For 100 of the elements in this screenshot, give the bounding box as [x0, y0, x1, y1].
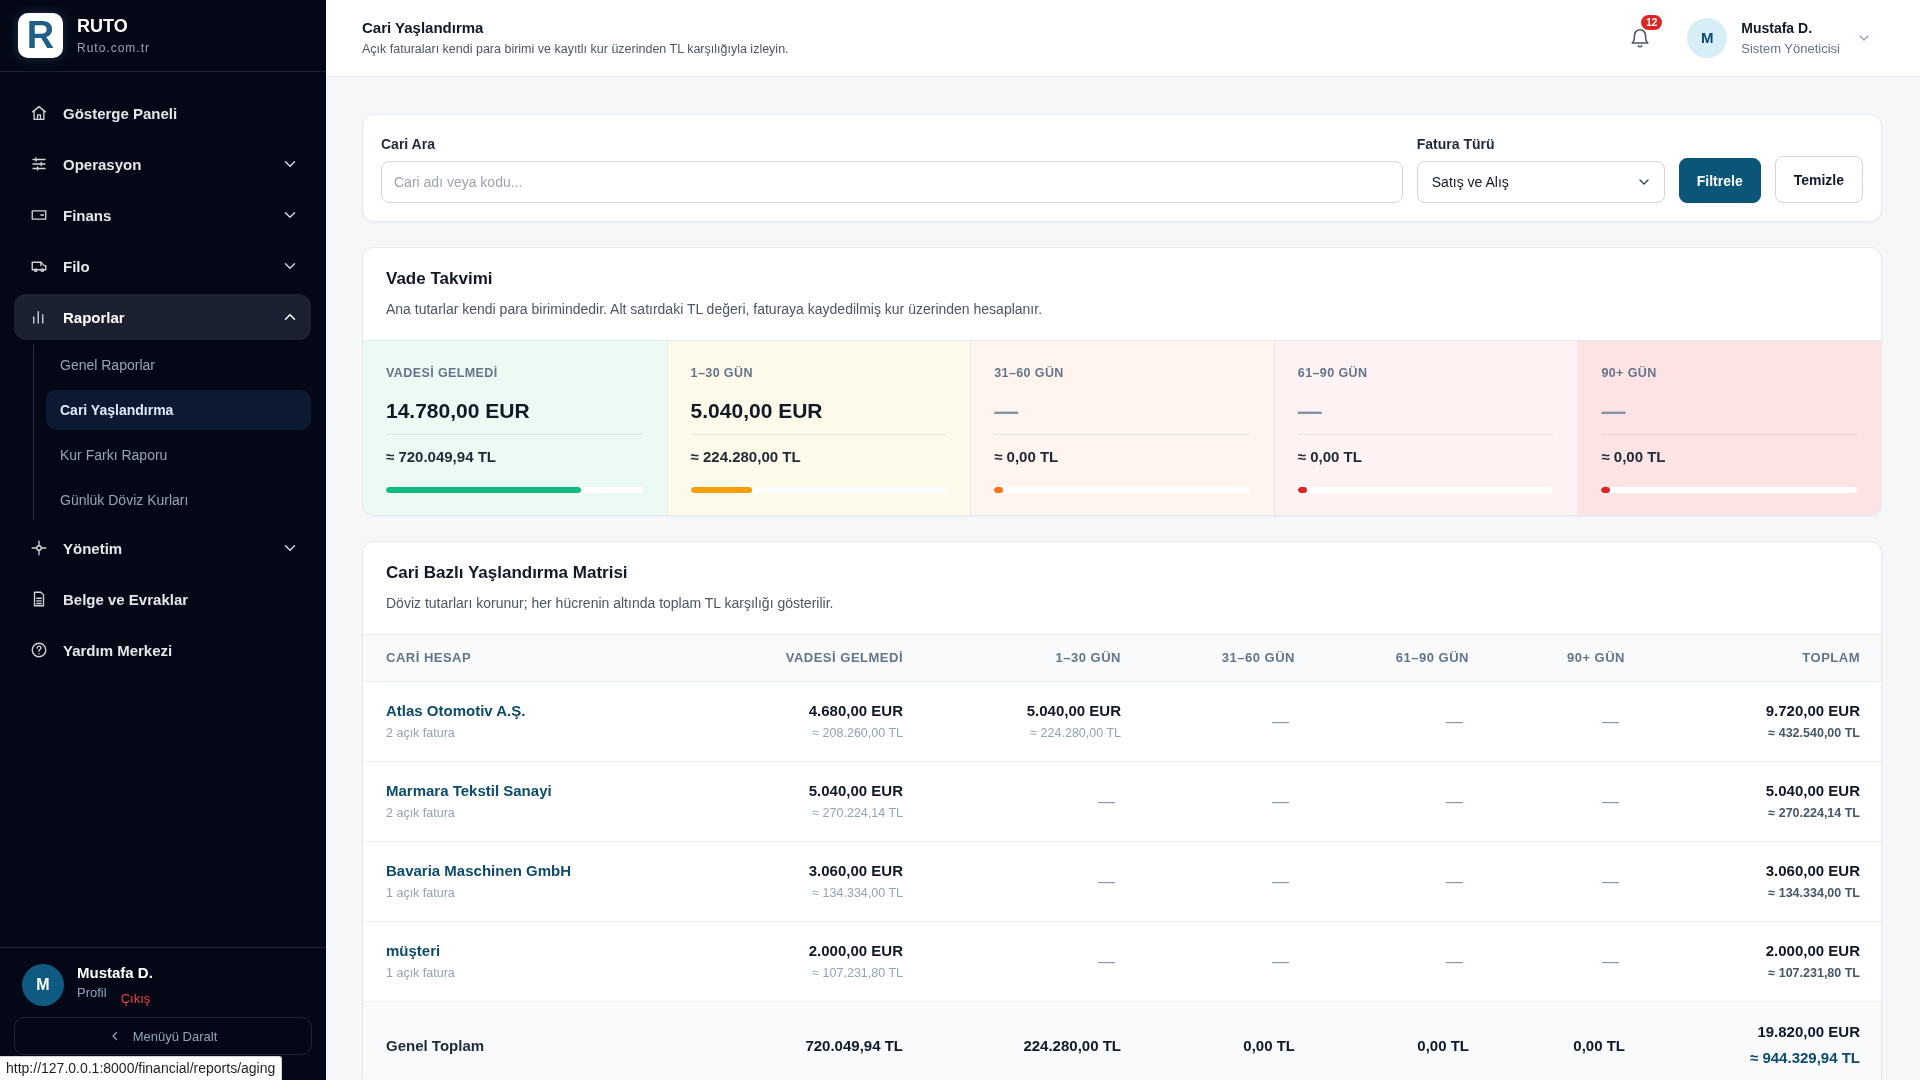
crosshair-icon [30, 539, 48, 557]
bucket-tl-amount: ≈ 0,00 TL [994, 447, 1060, 467]
nav-item[interactable]: Yardım Merkezi [14, 627, 311, 673]
invoice-count: 1 açık fatura [386, 885, 455, 902]
collapse-menu-button[interactable]: Menüyü Daralt [14, 1017, 312, 1055]
empty-value: — [1446, 792, 1463, 811]
account-link[interactable]: Marmara Tekstil Sanayi [386, 781, 552, 801]
row-total-amount: 5.040,00 EUR [1765, 781, 1860, 801]
notification-badge: 12 [1641, 15, 1663, 30]
empty-value: — [1602, 712, 1619, 731]
amount-text: 3.060,00 EUR [808, 861, 903, 881]
user-avatar: M [22, 964, 64, 1006]
user-name: Mustafa D. [1741, 19, 1814, 37]
bucket-amount: — [1297, 398, 1322, 424]
total-label: Genel Toplam [386, 1036, 486, 1054]
invoice-count: 2 açık fatura [386, 725, 455, 742]
submenu-item[interactable]: Cari Yaşlandırma [46, 390, 311, 430]
tl-equivalent: ≈ 224.280,00 TL [1030, 725, 1121, 742]
invoice-count: 2 açık fatura [386, 805, 455, 822]
card-description: Döviz tutarları korunur; her hücrenin altında toplam TL karşılığı gösterilir. [386, 594, 835, 613]
bucket-label: 31–60 GÜN [994, 365, 1065, 381]
search-input[interactable]: Cari adı veya kodu... [381, 161, 1403, 203]
empty-value: — [1446, 712, 1463, 731]
empty-value: — [1446, 952, 1463, 971]
amount-text: 5.040,00 EUR [1026, 701, 1121, 721]
column-header: VADESİ GELMEDİ [784, 650, 903, 666]
row-total-tl: ≈ 270.224,14 TL [1768, 805, 1860, 822]
submenu-item[interactable]: Genel Raporlar [46, 345, 311, 385]
tl-equivalent: ≈ 134.334,00 TL [812, 885, 903, 902]
account-link[interactable]: müşteri [386, 941, 441, 961]
empty-value: — [1272, 792, 1289, 811]
clear-button[interactable]: Temizle [1774, 156, 1863, 203]
invoice-type-select[interactable]: Satış ve Alış [1416, 161, 1665, 203]
home-icon [30, 104, 48, 122]
field-label: Fatura Türü [1416, 135, 1496, 153]
row-total-tl: ≈ 432.540,00 TL [1768, 725, 1860, 742]
row-total-tl: ≈ 107.231,80 TL [1768, 965, 1860, 982]
tl-equivalent: ≈ 208.260,00 TL [812, 725, 903, 742]
nav-item[interactable]: Finans [14, 192, 311, 238]
empty-value: — [1602, 872, 1619, 891]
user-avatar[interactable]: M [1687, 18, 1728, 58]
bucket-tl-amount: ≈ 720.049,94 TL [386, 447, 497, 467]
bucket-amount: — [994, 398, 1019, 424]
brand-domain: Ruto.com.tr [77, 41, 150, 55]
column-header: TOPLAM [1801, 650, 1860, 666]
total-value: 0,00 TL [1572, 1036, 1625, 1054]
bucket-amount: 14.780,00 EUR [386, 398, 530, 424]
nav-item[interactable]: Gösterge Paneli [14, 90, 311, 136]
page-title: Cari Yaşlandırma [362, 19, 485, 37]
tl-equivalent: ≈ 270.224,14 TL [812, 805, 903, 822]
empty-value: — [1272, 952, 1289, 971]
amount-text: 5.040,00 EUR [808, 781, 903, 801]
submenu-item[interactable]: Günlük Döviz Kurları [46, 480, 311, 520]
nav-item[interactable]: Operasyon [14, 141, 311, 187]
grand-total-tl: ≈ 944.329,94 TL [1750, 1048, 1860, 1068]
filter-button[interactable]: Filtrele [1678, 158, 1761, 203]
nav-item[interactable]: Yönetim [14, 525, 311, 571]
bucket-amount: — [1601, 398, 1626, 424]
column-header: CARİ HESAP [386, 650, 473, 666]
nav-item[interactable]: Filo [14, 243, 311, 289]
nav-item[interactable]: Raporlar [14, 294, 311, 340]
bucket-tl-amount: ≈ 0,00 TL [1601, 447, 1667, 467]
total-value: 224.280,00 TL [1022, 1036, 1121, 1054]
bucket-tl-amount: ≈ 0,00 TL [1297, 447, 1363, 467]
bucket-label: 1–30 GÜN [690, 365, 754, 381]
account-link[interactable]: Atlas Otomotiv A.Ş. [386, 701, 526, 721]
amount-text: 4.680,00 EUR [808, 701, 903, 721]
empty-value: — [1602, 952, 1619, 971]
empty-value: — [1272, 872, 1289, 891]
grand-total-amount: 19.820,00 EUR [1757, 1022, 1860, 1042]
empty-value: — [1098, 872, 1115, 891]
page-subtitle: Açık faturaları kendi para birimi ve kayıtlı kur üzerinden TL karşılığıyla izleyin. [362, 41, 790, 57]
row-total-amount: 9.720,00 EUR [1765, 701, 1860, 721]
row-total-amount: 3.060,00 EUR [1765, 861, 1860, 881]
total-value: 0,00 TL [1242, 1036, 1295, 1054]
total-value: 720.049,94 TL [804, 1036, 903, 1054]
sliders-icon [30, 155, 48, 173]
empty-value: — [1602, 792, 1619, 811]
field-label: Cari Ara [381, 135, 436, 153]
amount-text: 2.000,00 EUR [808, 941, 903, 961]
bucket-amount: 5.040,00 EUR [690, 398, 823, 424]
bucket-tl-amount: ≈ 224.280,00 TL [690, 447, 802, 467]
empty-value: — [1098, 952, 1115, 971]
brand-name: RUTO [77, 16, 129, 36]
logo: R [18, 13, 63, 58]
logout-link[interactable]: Çıkış [120, 990, 151, 1007]
empty-value: — [1446, 872, 1463, 891]
row-total-tl: ≈ 134.334,00 TL [1768, 885, 1860, 902]
bucket-label: 61–90 GÜN [1297, 365, 1369, 381]
tl-equivalent: ≈ 107.231,80 TL [812, 965, 903, 982]
row-total-amount: 2.000,00 EUR [1765, 941, 1860, 961]
card-description: Ana tutarlar kendi para birimindedir. Alt satırdaki TL değeri, faturaya kaydedilmiş kur üzerinden hesaplanır. [386, 300, 1044, 319]
nav-item[interactable]: Belge ve Evraklar [14, 576, 311, 622]
account-link[interactable]: Bavaria Maschinen GmbH [386, 861, 572, 881]
user-name: Mustafa D. [77, 963, 153, 982]
empty-value: — [1098, 792, 1115, 811]
profile-link[interactable]: Profil [77, 984, 107, 1001]
column-header: 31–60 GÜN [1220, 650, 1295, 666]
submenu-item[interactable]: Kur Farkı Raporu [46, 435, 311, 475]
card-title: Cari Bazlı Yaşlandırma Matrisi [386, 562, 629, 584]
